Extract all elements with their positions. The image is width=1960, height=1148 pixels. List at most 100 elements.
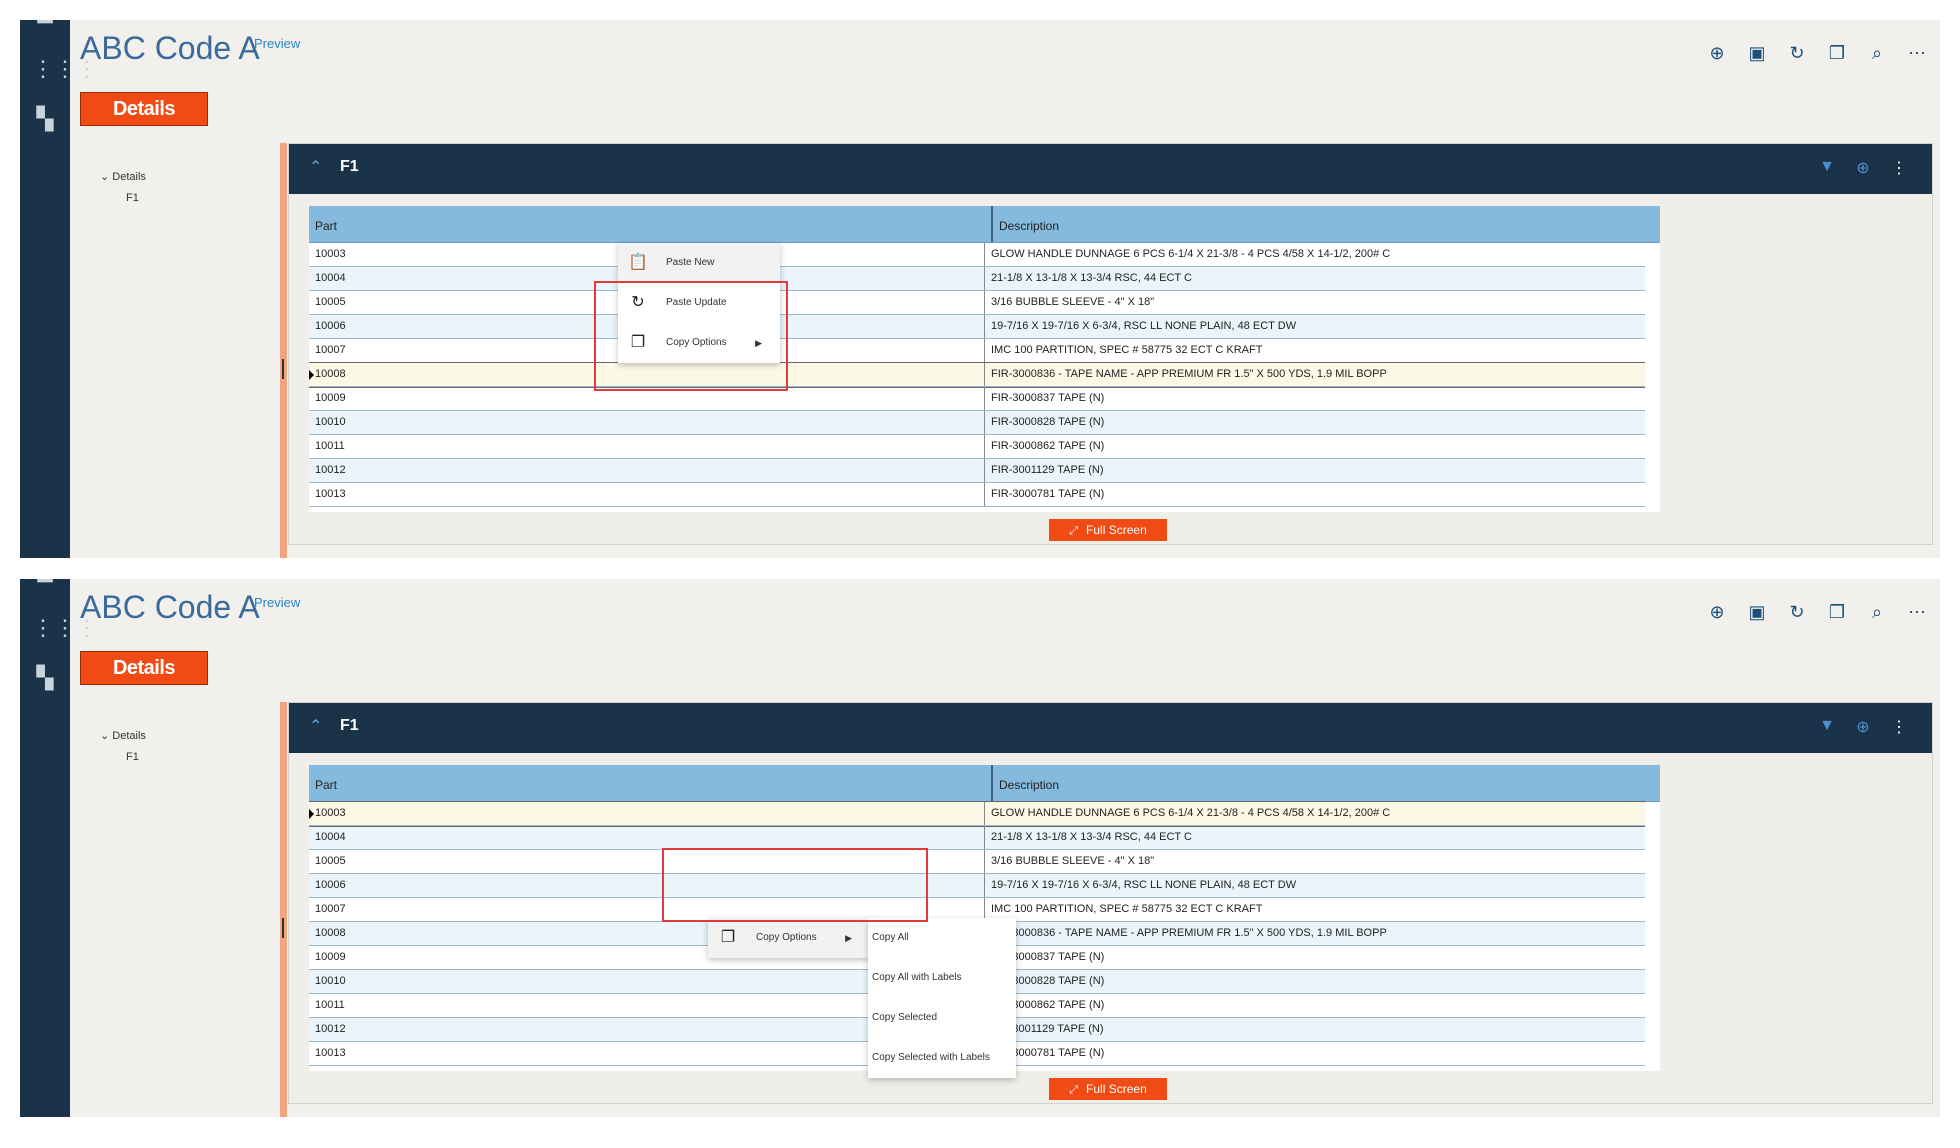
- table-row[interactable]: 10004 21-1/8 X 13-1/8 X 13-3/4 RSC, 44 EC…: [309, 826, 1645, 850]
- tree-node-f1[interactable]: F1: [126, 751, 146, 763]
- cell-part[interactable]: 10003: [309, 802, 985, 825]
- full-screen-button[interactable]: ⤢ Full Screen: [1049, 519, 1167, 541]
- save-icon[interactable]: ▣: [1744, 40, 1770, 66]
- cell-description[interactable]: 3/16 BUBBLE SLEEVE - 4" X 18": [985, 850, 1645, 873]
- table-row[interactable]: 10013 FIR-3000781 TAPE (N): [309, 483, 1645, 507]
- menu-item-paste-new[interactable]: 📋 Paste New: [618, 243, 780, 283]
- tree-node-details[interactable]: ⌄ Details: [100, 729, 146, 742]
- table-row[interactable]: 10007 IMC 100 PARTITION, SPEC # 58775 32 …: [309, 339, 1645, 363]
- parts-grid: Part Description 10003 GLOW HANDLE DUNNAG…: [309, 206, 1660, 512]
- table-row[interactable]: 10005 3/16 BUBBLE SLEEVE - 4" X 18": [309, 291, 1645, 315]
- grid-scrollbar[interactable]: [1645, 243, 1660, 512]
- home-icon[interactable]: ▀: [32, 20, 58, 36]
- filter-icon[interactable]: ▼: [1818, 717, 1836, 737]
- cell-description[interactable]: FIR-3001129 TAPE (N): [985, 1018, 1645, 1041]
- chevron-up-icon[interactable]: ⌃: [309, 716, 322, 736]
- cell-description[interactable]: FIR-3000836 - TAPE NAME - APP PREMIUM FR…: [985, 922, 1645, 945]
- menu-item-copy-all[interactable]: Copy All: [868, 918, 1016, 958]
- cell-description[interactable]: FIR-3000862 TAPE (N): [985, 994, 1645, 1017]
- cell-description[interactable]: FIR-3001129 TAPE (N): [985, 459, 1645, 482]
- copy-icon[interactable]: ❐: [1824, 40, 1850, 66]
- cell-description[interactable]: FIR-3000781 TAPE (N): [985, 1042, 1645, 1065]
- more-icon[interactable]: ⋯: [1904, 40, 1930, 66]
- cell-description[interactable]: FIR-3000781 TAPE (N): [985, 483, 1645, 506]
- column-header-part[interactable]: Part: [309, 765, 993, 801]
- menu-item-copy-selected-with-labels[interactable]: Copy Selected with Labels: [868, 1038, 1016, 1078]
- refresh-icon[interactable]: ↻: [1784, 40, 1810, 66]
- filter-icon[interactable]: ▼: [1818, 158, 1836, 178]
- cell-description[interactable]: FIR-3000828 TAPE (N): [985, 411, 1645, 434]
- kebab-icon[interactable]: ⋮: [1890, 717, 1908, 737]
- cell-description[interactable]: 21-1/8 X 13-1/8 X 13-3/4 RSC, 44 ECT C: [985, 267, 1645, 290]
- cell-description[interactable]: FIR-3000828 TAPE (N): [985, 970, 1645, 993]
- table-row[interactable]: 10012 FIR-3001129 TAPE (N): [309, 459, 1645, 483]
- cell-description[interactable]: FIR-3000862 TAPE (N): [985, 435, 1645, 458]
- cell-description[interactable]: FIR-3000836 - TAPE NAME - APP PREMIUM FR…: [985, 363, 1645, 386]
- cell-part[interactable]: 10010: [309, 411, 985, 434]
- splitter-handle[interactable]: [282, 359, 284, 379]
- cell-part[interactable]: 10011: [309, 435, 985, 458]
- page-title: ABC Code A: [80, 30, 260, 66]
- table-row[interactable]: 10009 FIR-3000837 TAPE (N): [309, 387, 1645, 411]
- column-header-description[interactable]: Description: [993, 765, 1660, 801]
- table-row[interactable]: 10005 3/16 BUBBLE SLEEVE - 4" X 18": [309, 850, 1645, 874]
- menu-item-copy-options[interactable]: ❐ Copy Options ▶: [708, 918, 870, 958]
- table-row[interactable]: 10008 FIR-3000836 - TAPE NAME - APP PREMI…: [309, 362, 1646, 388]
- menu-item-copy-all-with-labels[interactable]: Copy All with Labels: [868, 958, 1016, 998]
- table-row[interactable]: 10004 21-1/8 X 13-1/8 X 13-3/4 RSC, 44 EC…: [309, 267, 1645, 291]
- search-icon[interactable]: ⌕: [1864, 40, 1890, 66]
- add-icon[interactable]: ⊕: [1854, 717, 1872, 737]
- cell-description[interactable]: 3/16 BUBBLE SLEEVE - 4" X 18": [985, 291, 1645, 314]
- cell-description[interactable]: 21-1/8 X 13-1/8 X 13-3/4 RSC, 44 ECT C: [985, 826, 1645, 849]
- section-header: ⌃ F1 ▼ ⊕ ⋮: [289, 144, 1932, 194]
- chevron-up-icon[interactable]: ⌃: [309, 157, 322, 177]
- tree-node-details[interactable]: ⌄ Details: [100, 170, 146, 183]
- cell-description[interactable]: 19-7/16 X 19-7/16 X 6-3/4, RSC LL NONE P…: [985, 874, 1645, 897]
- refresh-icon[interactable]: ↻: [1784, 599, 1810, 625]
- copy-icon[interactable]: ❐: [1824, 599, 1850, 625]
- grid-context-menu: ❐ Copy Options ▶: [708, 918, 870, 958]
- table-row[interactable]: 10006 19-7/16 X 19-7/16 X 6-3/4, RSC LL N…: [309, 874, 1645, 898]
- cell-description[interactable]: GLOW HANDLE DUNNAGE 6 PCS 6-1/4 X 21-3/8…: [985, 243, 1645, 266]
- dashboard-icon[interactable]: ▚: [32, 106, 58, 132]
- splitter-handle[interactable]: [282, 918, 284, 938]
- dashboard-icon[interactable]: ▚: [32, 665, 58, 691]
- more-icon[interactable]: ⋯: [1904, 599, 1930, 625]
- table-row[interactable]: 10003 GLOW HANDLE DUNNAGE 6 PCS 6-1/4 X 2…: [309, 801, 1646, 827]
- page-title: ABC Code A: [80, 589, 260, 625]
- cell-description[interactable]: FIR-3000837 TAPE (N): [985, 387, 1645, 410]
- chevron-down-icon: ⌄: [100, 171, 110, 183]
- home-icon[interactable]: ▀: [32, 579, 58, 595]
- cell-description[interactable]: IMC 100 PARTITION, SPEC # 58775 32 ECT C…: [985, 898, 1645, 921]
- menu-item-copy-selected[interactable]: Copy Selected: [868, 998, 1016, 1038]
- details-button[interactable]: Details: [80, 92, 208, 126]
- table-row[interactable]: 10011 FIR-3000862 TAPE (N): [309, 435, 1645, 459]
- full-screen-button[interactable]: ⤢ Full Screen: [1049, 1078, 1167, 1100]
- save-icon[interactable]: ▣: [1744, 599, 1770, 625]
- highlight-callout: [662, 848, 928, 922]
- apps-grid-icon[interactable]: ⋮⋮⋮: [32, 56, 98, 82]
- apps-grid-icon[interactable]: ⋮⋮⋮: [32, 615, 98, 641]
- table-row[interactable]: 10010 FIR-3000828 TAPE (N): [309, 411, 1645, 435]
- cell-description[interactable]: IMC 100 PARTITION, SPEC # 58775 32 ECT C…: [985, 339, 1645, 362]
- column-header-part[interactable]: Part: [309, 206, 993, 242]
- panel-splitter[interactable]: [280, 702, 287, 1117]
- cell-part[interactable]: 10012: [309, 459, 985, 482]
- column-header-description[interactable]: Description: [993, 206, 1660, 242]
- table-row[interactable]: 10006 19-7/16 X 19-7/16 X 6-3/4, RSC LL N…: [309, 315, 1645, 339]
- add-icon[interactable]: ⊕: [1854, 158, 1872, 178]
- search-icon[interactable]: ⌕: [1864, 599, 1890, 625]
- add-circle-icon[interactable]: ⊕: [1704, 599, 1730, 625]
- cell-part[interactable]: 10004: [309, 826, 985, 849]
- cell-description[interactable]: FIR-3000837 TAPE (N): [985, 946, 1645, 969]
- kebab-icon[interactable]: ⋮: [1890, 158, 1908, 178]
- panel-splitter[interactable]: [280, 143, 287, 558]
- tree-node-f1[interactable]: F1: [126, 192, 146, 204]
- details-button[interactable]: Details: [80, 651, 208, 685]
- cell-part[interactable]: 10013: [309, 483, 985, 506]
- add-circle-icon[interactable]: ⊕: [1704, 40, 1730, 66]
- cell-description[interactable]: 19-7/16 X 19-7/16 X 6-3/4, RSC LL NONE P…: [985, 315, 1645, 338]
- grid-scrollbar[interactable]: [1645, 802, 1660, 1071]
- cell-description[interactable]: GLOW HANDLE DUNNAGE 6 PCS 6-1/4 X 21-3/8…: [985, 802, 1645, 825]
- table-row[interactable]: 10003 GLOW HANDLE DUNNAGE 6 PCS 6-1/4 X 2…: [309, 243, 1645, 267]
